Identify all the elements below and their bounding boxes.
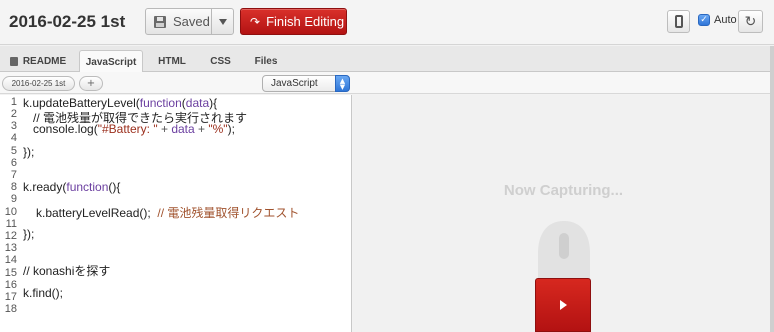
checkbox-icon[interactable]: ✓ bbox=[698, 14, 710, 26]
phone-icon bbox=[674, 15, 683, 28]
line-number: 5 bbox=[10, 145, 17, 157]
record-play-button[interactable] bbox=[535, 278, 591, 332]
tab-label: HTML bbox=[158, 55, 186, 67]
file-icon bbox=[9, 56, 18, 66]
code-line: console.log("#Battery: " + data + "%"); bbox=[33, 122, 235, 136]
line-number: 15 bbox=[4, 267, 17, 279]
tab-label: CSS bbox=[210, 55, 231, 67]
tab-readme[interactable]: README bbox=[6, 50, 70, 72]
language-select[interactable]: JavaScript ▲ ▼ bbox=[262, 75, 350, 92]
floppy-icon bbox=[154, 15, 166, 28]
code-line: }); bbox=[23, 145, 35, 159]
code-editor[interactable]: 1 2 3 4 5 6 7 8 9 10 11 12 13 14 15 16 17 18 k.updateBatt… bbox=[0, 95, 352, 332]
line-number: 2 bbox=[10, 108, 17, 120]
code-line: k.batteryLevelRead(); // 電池残量取得リクエスト bbox=[36, 206, 300, 220]
line-number: 13 bbox=[4, 242, 17, 254]
play-icon bbox=[559, 300, 567, 310]
preview-pane: Now Capturing... bbox=[353, 95, 774, 332]
finish-editing-label: Finish Editing bbox=[266, 14, 345, 29]
code-line: k.ready(function(){ bbox=[23, 180, 121, 194]
refresh-button[interactable]: ↻ bbox=[738, 10, 763, 33]
line-number: 11 bbox=[5, 218, 17, 230]
tab-label: Files bbox=[254, 55, 278, 67]
line-number: 16 bbox=[4, 279, 17, 291]
line-number: 1 bbox=[10, 96, 17, 108]
line-number: 17 bbox=[4, 291, 17, 303]
code-line: k.find(); bbox=[23, 286, 64, 300]
select-arrow-icon: ▲ ▼ bbox=[335, 75, 350, 92]
caret-down-icon bbox=[218, 18, 227, 25]
save-options-dropdown[interactable] bbox=[211, 8, 234, 35]
line-number: 9 bbox=[10, 193, 17, 205]
line-number: 12 bbox=[4, 230, 17, 242]
auto-toggle[interactable]: ✓ Auto bbox=[698, 14, 737, 26]
tab-files[interactable]: Files bbox=[248, 50, 284, 72]
window-scrollbar[interactable] bbox=[770, 46, 774, 332]
tab-css[interactable]: CSS bbox=[204, 50, 237, 72]
line-number: 4 bbox=[10, 132, 17, 144]
line-number: 8 bbox=[10, 181, 17, 193]
saved-label: Saved bbox=[173, 14, 210, 29]
add-file-button[interactable]: + bbox=[79, 76, 103, 91]
refresh-icon: ↻ bbox=[744, 13, 757, 30]
file-toolbar: 2016-02-25 1st + JavaScript ▲ ▼ bbox=[0, 72, 774, 94]
code-line: k.updateBatteryLevel(function(data){ bbox=[23, 96, 218, 110]
line-number-gutter: 1 2 3 4 5 6 7 8 9 10 11 12 13 14 15 16 17 18 bbox=[0, 95, 20, 332]
plus-icon: + bbox=[86, 78, 96, 89]
document-title: 2016-02-25 1st bbox=[9, 12, 126, 31]
finish-arrow-icon: ↷ bbox=[250, 14, 261, 29]
auto-label: Auto bbox=[714, 14, 737, 26]
editor-tabs: README JavaScript HTML CSS Files bbox=[0, 46, 774, 73]
capturing-status: Now Capturing... bbox=[503, 182, 624, 199]
code-line: // konashiを探す bbox=[23, 264, 111, 278]
code-line: }); bbox=[23, 227, 35, 241]
tab-label: README bbox=[22, 55, 67, 67]
tab-label: JavaScript bbox=[85, 56, 137, 68]
line-number: 10 bbox=[4, 206, 17, 218]
line-number: 18 bbox=[4, 303, 17, 315]
language-value: JavaScript bbox=[271, 78, 318, 89]
tab-html[interactable]: HTML bbox=[151, 50, 193, 72]
line-number: 7 bbox=[10, 169, 17, 181]
device-preview-button[interactable] bbox=[667, 10, 690, 33]
finish-editing-button[interactable]: ↷ Finish Editing bbox=[240, 8, 347, 35]
line-number: 14 bbox=[4, 254, 17, 266]
line-number: 6 bbox=[10, 157, 17, 169]
file-selector[interactable]: 2016-02-25 1st bbox=[2, 76, 75, 91]
top-toolbar: 2016-02-25 1st Saved ↷ Finish Editing ✓ … bbox=[0, 0, 774, 45]
tab-javascript[interactable]: JavaScript bbox=[79, 50, 143, 73]
line-number: 3 bbox=[10, 120, 17, 132]
saved-button[interactable]: Saved bbox=[145, 8, 212, 35]
